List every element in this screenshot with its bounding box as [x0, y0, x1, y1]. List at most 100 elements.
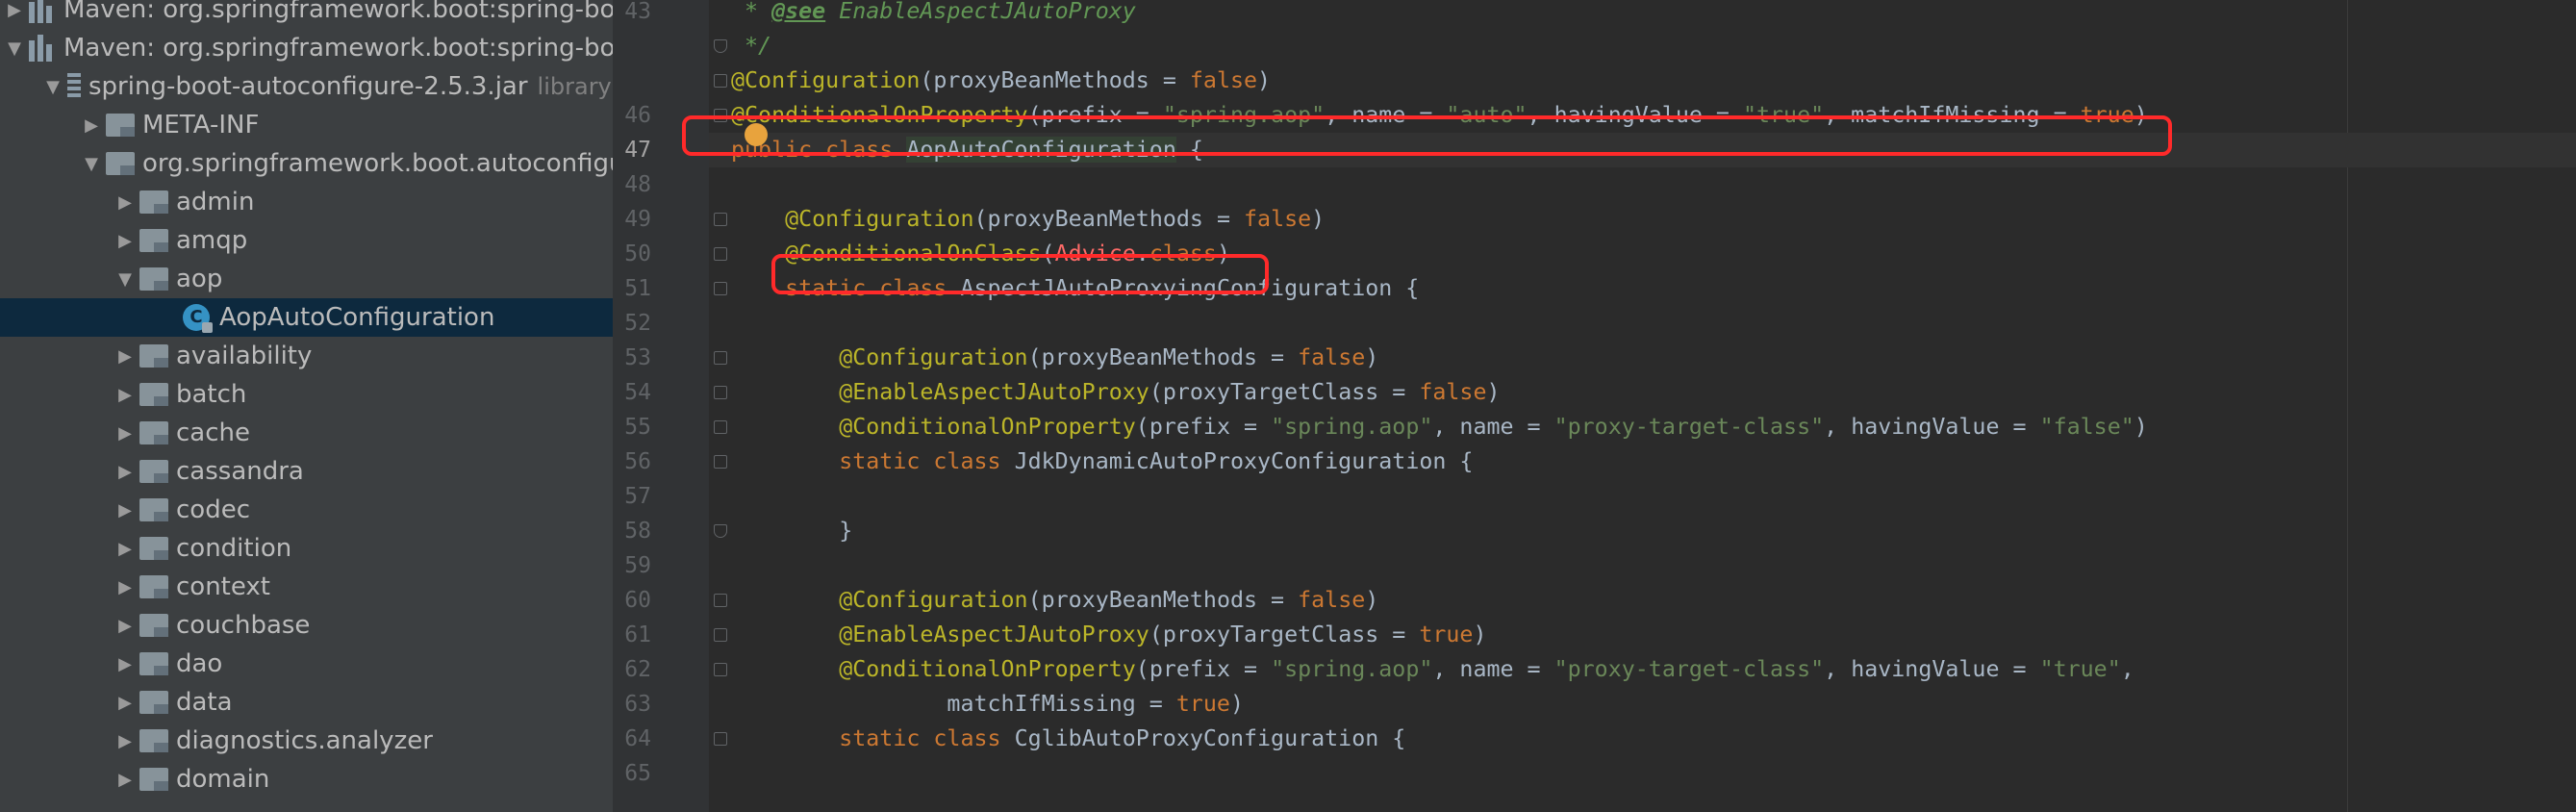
fold-marker-icon[interactable] [714, 386, 727, 399]
fold-marker-icon[interactable] [714, 594, 727, 607]
code-token: (proxyBeanMethods = [1027, 587, 1299, 613]
tree-row[interactable]: ▶ couchbase [0, 606, 613, 645]
expand-right-icon[interactable]: ▶ [111, 423, 139, 444]
tree-row[interactable]: ▶ domain [0, 760, 613, 799]
code-token: @Configuration [731, 67, 921, 93]
code-token: ) [1311, 206, 1326, 232]
code-line[interactable]: @EnableAspectJAutoProxy(proxyTargetClass… [731, 375, 1500, 410]
fold-marker-icon[interactable] [714, 524, 727, 538]
fold-marker-icon[interactable] [714, 732, 727, 746]
code-line[interactable]: @Configuration(proxyBeanMethods = false) [731, 341, 1378, 375]
tree-row[interactable]: ▼ spring-boot-autoconfigure-2.5.3.jar libr… [0, 67, 613, 106]
tree-row[interactable]: ▼ Maven: org.springframework.boot:spring-… [0, 29, 613, 67]
expand-right-icon[interactable]: ▶ [111, 385, 139, 405]
tree-row[interactable]: ▶ context [0, 568, 613, 606]
expand-right-icon[interactable]: ▶ [111, 616, 139, 636]
tree-row[interactable]: ▶ Maven: org.springframework.boot:spring-… [0, 0, 613, 29]
line-number: 49 [624, 207, 651, 232]
tree-row[interactable]: ▶ dao [0, 645, 613, 683]
fold-marker-icon[interactable] [714, 351, 727, 365]
expand-right-icon[interactable]: ▶ [111, 693, 139, 713]
package-folder-icon [139, 229, 168, 252]
code-token: false [1189, 67, 1258, 93]
tree-row[interactable]: ▶ codec [0, 491, 613, 529]
expand-down-icon[interactable]: ▼ [0, 38, 29, 59]
code-line[interactable]: static class JdkDynamicAutoProxyConfigur… [731, 444, 1473, 479]
fold-marker-icon[interactable] [714, 282, 727, 295]
expand-right-icon[interactable]: ▶ [111, 731, 139, 751]
tree-row[interactable]: ▶ data [0, 683, 613, 722]
tree-row[interactable]: C AopAutoConfiguration [0, 298, 613, 337]
fold-marker-icon[interactable] [714, 663, 727, 676]
tree-row[interactable]: ▶ cache [0, 414, 613, 452]
code-token: "proxy-target-class" [1553, 414, 1825, 440]
expand-right-icon[interactable]: ▶ [111, 500, 139, 520]
package-folder-icon [139, 383, 168, 406]
code-token: ) [1365, 587, 1379, 613]
tree-row[interactable]: ▶ amqp [0, 221, 613, 260]
line-number: 53 [624, 345, 651, 370]
expand-right-icon[interactable]: ▶ [111, 539, 139, 559]
tree-row-label: batch [176, 380, 247, 409]
tree-row[interactable]: ▶ admin [0, 183, 613, 221]
fold-marker-icon[interactable] [714, 247, 727, 261]
fold-marker-icon[interactable] [714, 213, 727, 226]
line-number: 48 [624, 172, 651, 197]
code-line[interactable]: * @see EnableAspectJAutoProxy [731, 0, 1136, 29]
tree-row[interactable]: ▶ diagnostics.analyzer [0, 722, 613, 760]
expand-down-icon[interactable]: ▼ [77, 154, 106, 174]
package-folder-icon [139, 460, 168, 483]
fold-marker-icon[interactable] [714, 455, 727, 469]
class-icon: C [183, 304, 213, 333]
code-line[interactable]: @ConditionalOnProperty(prefix = "spring.… [731, 410, 2148, 444]
tree-row[interactable]: ▶ cassandra [0, 452, 613, 491]
tree-row-label: org.springframework.boot.autoconfigu [142, 149, 613, 178]
fold-marker-icon[interactable] [714, 420, 727, 434]
fold-marker-icon[interactable] [714, 628, 727, 642]
expand-right-icon[interactable]: ▶ [111, 654, 139, 674]
code-token: "spring.aop" [1271, 414, 1433, 440]
expand-right-icon[interactable]: ▶ [111, 192, 139, 213]
expand-right-icon[interactable]: ▶ [0, 0, 29, 20]
expand-right-icon[interactable]: ▶ [111, 231, 139, 251]
code-line[interactable]: */ [731, 29, 771, 63]
code-token: @ConditionalOnProperty [839, 414, 1136, 440]
expand-right-icon[interactable]: ▶ [111, 346, 139, 367]
package-folder-icon [139, 575, 168, 598]
code-line[interactable]: @Configuration(proxyBeanMethods = false) [731, 583, 1378, 618]
code-token: (proxyTargetClass = [1149, 379, 1420, 405]
fold-marker-icon[interactable] [714, 74, 727, 88]
code-line[interactable]: @Configuration(proxyBeanMethods = false) [731, 202, 1325, 237]
fold-marker-icon[interactable] [714, 39, 727, 53]
expand-right-icon[interactable]: ▶ [111, 462, 139, 482]
expand-right-icon[interactable]: ▶ [111, 577, 139, 597]
code-line[interactable]: @ConditionalOnProperty(prefix = "spring.… [731, 652, 2134, 687]
tree-row-label: codec [176, 495, 250, 524]
code-token: false [1298, 587, 1366, 613]
tree-row[interactable]: ▼ org.springframework.boot.autoconfigu [0, 144, 613, 183]
tree-row-label: aop [176, 265, 223, 293]
line-number [613, 29, 651, 63]
tree-row[interactable]: ▶ META-INF [0, 106, 613, 144]
expand-right-icon[interactable]: ▶ [77, 115, 106, 136]
code-token: , havingValue = [1824, 414, 2040, 440]
code-line[interactable]: } [731, 514, 852, 548]
code-line[interactable]: @EnableAspectJAutoProxy(proxyTargetClass… [731, 618, 1486, 652]
highlight-box-conditional-on-class [771, 254, 1269, 294]
expand-down-icon[interactable]: ▼ [38, 77, 67, 97]
library-icon [29, 35, 54, 62]
code-line[interactable]: matchIfMissing = true) [731, 687, 1244, 722]
code-token: ) [1365, 344, 1379, 370]
code-line[interactable]: static class CglibAutoProxyConfiguration… [731, 722, 1405, 756]
tree-row[interactable]: ▶ availability [0, 337, 613, 375]
tree-row[interactable]: ▼ aop [0, 260, 613, 298]
expand-right-icon[interactable]: ▶ [111, 770, 139, 790]
code-line[interactable]: @Configuration(proxyBeanMethods = false) [731, 63, 1271, 98]
expand-down-icon[interactable]: ▼ [111, 269, 139, 290]
tree-row[interactable]: ▶ condition [0, 529, 613, 568]
tree-row[interactable]: ▶ batch [0, 375, 613, 414]
code-token: true [1419, 622, 1474, 647]
